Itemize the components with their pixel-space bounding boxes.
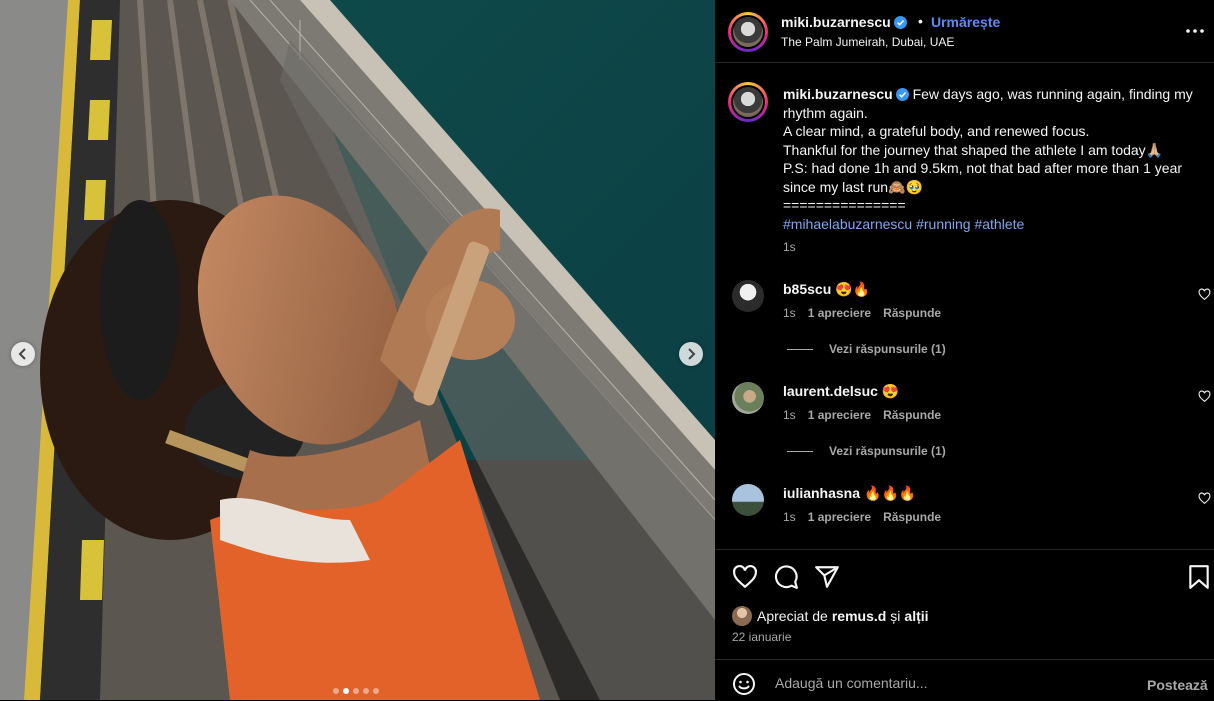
reply-button[interactable]: Răspunde bbox=[883, 306, 941, 320]
add-comment-bar: Postează bbox=[715, 659, 1214, 701]
share-icon[interactable] bbox=[814, 564, 840, 590]
slide-indicator bbox=[333, 688, 379, 694]
comment-likes[interactable]: 1 apreciere bbox=[808, 306, 871, 320]
slide-dot bbox=[333, 688, 339, 694]
caption-hashtags[interactable]: #mihaelabuzarnescu #running #athlete bbox=[783, 216, 1024, 232]
chevron-right-icon bbox=[688, 348, 696, 360]
comment-icon[interactable] bbox=[773, 564, 799, 590]
comment-likes[interactable]: 1 apreciere bbox=[808, 408, 871, 422]
view-replies-button[interactable]: Vezi răspunsurile (1) bbox=[787, 342, 946, 356]
verified-badge-icon bbox=[895, 88, 909, 101]
comment-time: 1s bbox=[783, 408, 796, 422]
heart-icon[interactable] bbox=[1198, 492, 1211, 505]
verified-badge-icon bbox=[893, 16, 907, 29]
reply-button[interactable]: Răspunde bbox=[883, 408, 941, 422]
comment-time: 1s bbox=[783, 306, 796, 320]
comment-likes[interactable]: 1 apreciere bbox=[808, 510, 871, 524]
caption-author-avatar[interactable] bbox=[728, 82, 768, 122]
likes-conjunction: și bbox=[890, 608, 901, 624]
author-username-link[interactable]: miki.buzarnescu bbox=[781, 14, 907, 30]
author-username[interactable]: miki.buzarnescu bbox=[781, 14, 891, 30]
comment-time: 1s bbox=[783, 510, 796, 524]
liker-username[interactable]: remus.d bbox=[832, 608, 886, 624]
post-caption: miki.buzarnescu Few days ago, was runnin… bbox=[783, 85, 1193, 233]
reply-button[interactable]: Răspunde bbox=[883, 510, 941, 524]
caption-line: P.S: had done 1h and 9.5km, not that bad… bbox=[783, 160, 1183, 195]
heart-icon[interactable] bbox=[732, 564, 758, 590]
comment-text: 😍 bbox=[881, 383, 900, 399]
comment-text: 😍🔥 bbox=[835, 281, 871, 297]
comment-text: 🔥🔥🔥 bbox=[864, 485, 917, 501]
commenter-username[interactable]: b85scu bbox=[783, 281, 831, 297]
comment-input[interactable] bbox=[773, 668, 1137, 698]
commenter-avatar[interactable] bbox=[732, 382, 764, 414]
post-actions: Apreciat de remus.d și alții 22 ianuarie bbox=[715, 549, 1214, 660]
slide-dot bbox=[353, 688, 359, 694]
view-replies-button[interactable]: Vezi răspunsurile (1) bbox=[787, 444, 946, 458]
post-comment-button[interactable]: Postează bbox=[1147, 677, 1208, 693]
likes-others-link[interactable]: alții bbox=[904, 608, 928, 624]
liker-avatar bbox=[732, 606, 752, 626]
location-link[interactable]: The Palm Jumeirah, Dubai, UAE bbox=[781, 35, 954, 49]
chevron-left-icon bbox=[18, 348, 26, 360]
previous-slide-button[interactable] bbox=[11, 342, 35, 366]
commenter-username[interactable]: iulianhasna bbox=[783, 485, 860, 501]
bookmark-icon[interactable] bbox=[1186, 564, 1212, 590]
next-slide-button[interactable] bbox=[679, 342, 703, 366]
comment-item: laurent.delsuc 😍 1s 1 apreciere Răspunde Ve… bbox=[715, 382, 1214, 462]
post-date: 22 ianuarie bbox=[732, 630, 792, 644]
post-photo[interactable] bbox=[0, 0, 715, 700]
slide-dot bbox=[363, 688, 369, 694]
more-horizontal-icon[interactable] bbox=[1185, 22, 1205, 40]
slide-dot bbox=[373, 688, 379, 694]
emoji-icon[interactable] bbox=[732, 672, 756, 696]
likes-prefix: Apreciat de bbox=[757, 608, 828, 624]
caption-timestamp: 1s bbox=[783, 240, 796, 254]
commenter-avatar[interactable] bbox=[732, 484, 764, 516]
caption-line: A clear mind, a grateful body, and renew… bbox=[783, 123, 1090, 139]
commenter-username[interactable]: laurent.delsuc bbox=[783, 383, 878, 399]
separator-dot: • bbox=[918, 13, 923, 29]
caption-line: Thankful for the journey that shaped the… bbox=[783, 141, 1164, 158]
author-avatar[interactable] bbox=[728, 12, 768, 52]
post-panel: miki.buzarnescu • Urmărește The Palm Jum… bbox=[715, 0, 1214, 700]
commenter-avatar[interactable] bbox=[732, 280, 764, 312]
post-header: miki.buzarnescu • Urmărește The Palm Jum… bbox=[715, 0, 1214, 63]
photo-image bbox=[0, 0, 715, 700]
slide-dot bbox=[343, 688, 349, 694]
likes-summary[interactable]: Apreciat de remus.d și alții bbox=[732, 606, 933, 626]
follow-button[interactable]: Urmărește bbox=[931, 14, 1000, 30]
heart-icon[interactable] bbox=[1198, 288, 1211, 301]
caption-line: =============== bbox=[783, 197, 906, 213]
caption-username[interactable]: miki.buzarnescu bbox=[783, 86, 893, 102]
comment-item: b85scu 😍🔥 1s 1 apreciere Răspunde Vezi răsp… bbox=[715, 280, 1214, 360]
heart-icon[interactable] bbox=[1198, 390, 1211, 403]
